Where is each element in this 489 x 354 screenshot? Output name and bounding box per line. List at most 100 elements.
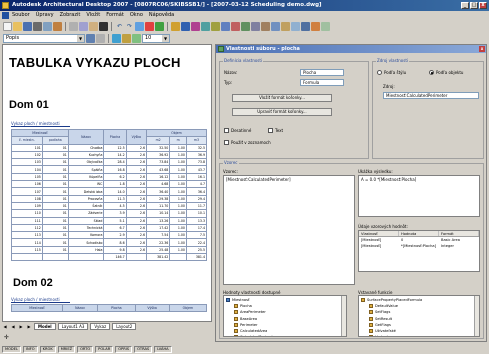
render-icon[interactable]	[251, 21, 260, 31]
table-cell: 32.5	[185, 143, 208, 152]
insert-format-button[interactable]: Vložiť formát koľonky...	[232, 94, 332, 102]
dialog-close-button[interactable]: x	[479, 46, 485, 52]
layer-prev-icon[interactable]	[96, 33, 105, 43]
undo-icon[interactable]: ↶	[115, 22, 124, 31]
by-style-radio[interactable]: Podľa štýlu	[377, 70, 406, 75]
area-icon[interactable]	[311, 21, 320, 31]
drawing-area[interactable]: TABULKA VYKAZU PLOCH Dom 01 Vykaz ploch …	[2, 44, 212, 322]
open-icon[interactable]	[13, 21, 22, 31]
first-sheet-icon[interactable]: ◀	[2, 324, 8, 329]
visible-checkbox[interactable]: Použiť v zoznamoch	[224, 140, 271, 145]
tab-layout2[interactable]: Layout2	[112, 322, 137, 330]
markup-icon[interactable]	[201, 21, 210, 31]
tree-item[interactable]: Hodnoty	[361, 334, 422, 336]
sheet-set-icon[interactable]	[191, 21, 200, 31]
linetype-icon[interactable]	[122, 33, 131, 43]
scale-combo[interactable]: 10 ▼	[142, 33, 170, 43]
section-icon[interactable]	[261, 21, 270, 31]
match-icon[interactable]	[99, 21, 108, 31]
calc-icon[interactable]	[211, 21, 220, 31]
sample-label: Ukážka výsledku:	[358, 169, 393, 174]
status-toggle[interactable]: OTRAS	[134, 345, 153, 353]
minimize-button[interactable]: _	[461, 2, 469, 9]
tool-palette-icon[interactable]	[181, 21, 190, 31]
menu-help[interactable]: Nápověda	[149, 11, 174, 20]
status-toggle[interactable]: MRIEŽ	[57, 345, 76, 353]
properties-tree[interactable]: Miestnosť Plocha AreaPerimeter BaseArea Peri…	[223, 295, 347, 337]
menu-format[interactable]: Formát	[106, 11, 124, 20]
save-icon[interactable]	[23, 21, 32, 31]
properties-icon[interactable]	[155, 21, 164, 31]
tab-model[interactable]: Model	[34, 322, 56, 330]
formula-editor[interactable]: [Miestnosť:CalculatedPerimeter]	[223, 175, 355, 285]
style-icon[interactable]	[231, 21, 240, 31]
menu-window[interactable]: Okno	[130, 11, 143, 20]
color-icon[interactable]	[112, 33, 121, 43]
design-center-icon[interactable]	[171, 21, 180, 31]
status-toggle[interactable]: KROK	[39, 345, 56, 353]
redo-icon[interactable]: ↷	[125, 22, 134, 31]
layer-combo[interactable]: Popis ▼	[3, 33, 85, 43]
decimal-checkbox[interactable]: Desatinné	[224, 128, 251, 133]
tag-icon[interactable]	[291, 21, 300, 31]
maximize-button[interactable]: □	[470, 2, 478, 9]
cut-icon[interactable]	[69, 21, 78, 31]
display-icon[interactable]	[241, 21, 250, 31]
tree-item[interactable]: CalculatedPerimeter	[226, 334, 277, 336]
pan-icon[interactable]	[135, 21, 144, 31]
new-icon[interactable]	[3, 21, 12, 31]
status-toggle[interactable]: LVÁHA	[154, 345, 172, 353]
edit-format-button[interactable]: Upraviť formát koľonky...	[232, 108, 332, 116]
close-button[interactable]: x	[479, 2, 487, 9]
values-row[interactable]: [Miestnosť] *[Miestnosť:Plocha] Integer	[359, 243, 479, 249]
zoom-icon[interactable]	[145, 21, 154, 31]
tab-layout1[interactable]: Layout1 A3	[57, 322, 89, 330]
folder-icon	[226, 298, 230, 303]
print-icon[interactable]	[33, 21, 42, 31]
status-toggle[interactable]: MODEL	[2, 345, 21, 353]
by-object-radio[interactable]: Podľa objektu	[429, 70, 463, 75]
source-select[interactable]: Miestnosť:CalculatedPerimeter	[383, 92, 479, 99]
values-table[interactable]: Vlastnosť Hodnota Formát [Miestnosť] 0 Basic …	[358, 230, 480, 272]
name-field[interactable]: Plocha	[300, 69, 344, 76]
paste-icon[interactable]	[89, 21, 98, 31]
tab-vykaz[interactable]: Vykaz	[90, 322, 111, 330]
functions-scrollbar[interactable]	[474, 296, 479, 336]
text-checkbox[interactable]: Text	[268, 128, 283, 133]
space-icon[interactable]	[301, 21, 310, 31]
tree-item-label: Plocha	[240, 304, 252, 309]
menu-file[interactable]: Soubor	[12, 11, 30, 20]
type-select[interactable]: Formula	[300, 79, 344, 86]
functions-tree[interactable]: SurfacePropertyPlacedFormula DefaultValue…	[358, 295, 480, 337]
tree-scrollbar[interactable]	[341, 296, 346, 336]
status-toggle[interactable]: ORTO	[77, 345, 94, 353]
prev-sheet-icon[interactable]: ◀	[10, 324, 16, 329]
menu-view[interactable]: Zobrazit	[60, 11, 81, 20]
copy-icon[interactable]	[79, 21, 88, 31]
menu-edit[interactable]: Úpravy	[36, 11, 54, 20]
schedule-icon[interactable]	[281, 21, 290, 31]
menu-insert[interactable]: Vložit	[86, 11, 100, 20]
values-cell: *[Miestnosť:Plocha]	[401, 244, 436, 248]
table-cell: 01	[41, 209, 69, 218]
table-cell: 1.00	[169, 180, 187, 189]
table-row: 105 01 Kúpeľňa 6.2 2.6 16.12 1.00 16.1	[11, 172, 208, 182]
status-toggle[interactable]: POLAR	[95, 345, 114, 353]
status-toggle[interactable]: OPRIS	[115, 345, 133, 353]
table-cell: 11.3	[103, 194, 127, 203]
status-toggle[interactable]: INFO	[22, 345, 38, 353]
last-sheet-icon[interactable]: ▶	[26, 324, 32, 329]
next-sheet-icon[interactable]: ▶	[18, 324, 24, 329]
table-cell: 104	[11, 165, 43, 174]
table-cell: 01	[41, 158, 69, 167]
table-cell: 2.9	[103, 231, 127, 240]
elevation-icon[interactable]	[271, 21, 280, 31]
zone-icon[interactable]	[321, 21, 330, 31]
table-cell: Kúpeľňa	[67, 172, 105, 182]
preview-icon[interactable]	[43, 21, 52, 31]
publish-icon[interactable]	[53, 21, 62, 31]
layer-icon[interactable]	[221, 21, 230, 31]
layer-manager-icon[interactable]	[86, 33, 95, 43]
lineweight-icon[interactable]	[132, 33, 141, 43]
table-cell: 73.8	[185, 158, 208, 167]
